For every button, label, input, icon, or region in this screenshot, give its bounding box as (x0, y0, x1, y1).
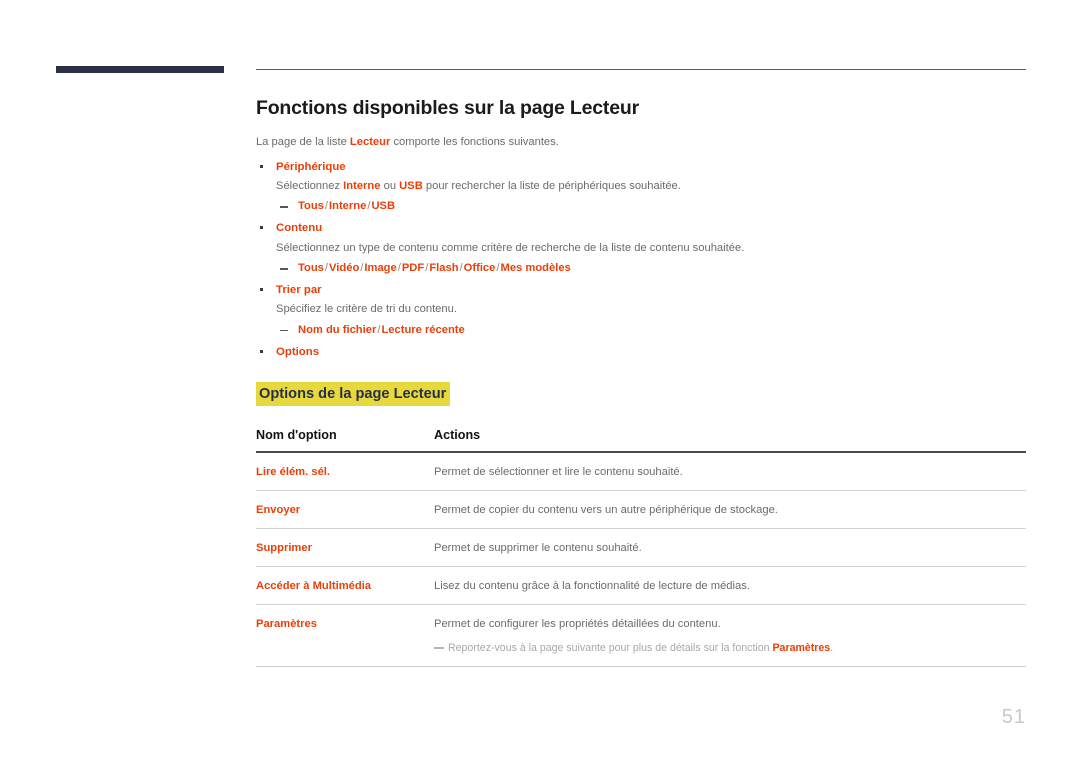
page-title: Fonctions disponibles sur la page Lecteu… (256, 97, 639, 119)
section-heading: Options de la page Lecteur (256, 382, 451, 407)
description-text: pour rechercher la liste de périphérique… (422, 179, 681, 192)
page-content: Fonctions disponibles sur la page Lecteu… (256, 96, 1026, 668)
column-header-option-name: Nom d'option (256, 428, 434, 454)
header-accent-bar (56, 66, 224, 73)
feature-bullet-item: Trier par Spécifiez le critère de tri du … (256, 282, 1026, 339)
table-cell-option-name: Accéder à Multimédia (256, 566, 434, 605)
feature-option-list: Tous/Interne/USB (276, 198, 1026, 215)
table-cell-action: Lisez du contenu grâce à la fonctionnali… (434, 566, 1026, 605)
note-highlight-term: Paramètres (772, 642, 831, 655)
feature-option-item: Tous/Interne/USB (276, 198, 1026, 215)
table-row: Envoyer Permet de copier du contenu vers … (256, 490, 1026, 530)
description-text: Spécifiez le critère de tri du contenu. (276, 303, 457, 316)
document-page: Fonctions disponibles sur la page Lecteu… (0, 0, 1080, 763)
option-value: Flash (429, 261, 459, 274)
table-cell-action: Permet de configurer les propriétés déta… (434, 604, 1026, 668)
option-value: Interne (329, 200, 367, 213)
description-term: Interne (343, 179, 381, 192)
intro-paragraph: La page de la liste Lecteur comporte les… (256, 134, 1026, 150)
option-value: Lecture récente (381, 323, 465, 336)
action-description: Permet de copier du contenu vers un autr… (434, 504, 778, 517)
option-value: Vidéo (329, 261, 360, 274)
table-cell-action: Permet de supprimer le contenu souhaité. (434, 528, 1026, 567)
feature-bullet-description: Spécifiez le critère de tri du contenu. (276, 301, 1026, 318)
description-text: ou (380, 179, 400, 192)
option-name-label: Lire élém. sél. (256, 466, 331, 479)
feature-bullet-item: Périphérique Sélectionnez Interne ou USB … (256, 159, 1026, 216)
table-cell-option-name: Supprimer (256, 528, 434, 567)
description-text: Sélectionnez un type de contenu comme cr… (276, 241, 745, 254)
option-name-label: Envoyer (256, 504, 301, 517)
feature-option-item: Nom du fichier/Lecture récente (276, 322, 1026, 339)
option-name-label: Paramètres (256, 617, 317, 630)
table-cell-option-name: Envoyer (256, 490, 434, 530)
intro-highlight-term: Lecteur (349, 136, 391, 149)
feature-option-list: Tous/Vidéo/Image/PDF/Flash/Office/Mes mo… (276, 260, 1026, 277)
feature-bullet-title: Trier par (276, 284, 322, 297)
note-text-after: . (830, 642, 834, 655)
option-name-label: Accéder à Multimédia (256, 579, 372, 592)
action-description: Permet de configurer les propriétés déta… (434, 617, 721, 630)
feature-bullet-description: Sélectionnez un type de contenu comme cr… (276, 240, 1026, 257)
feature-bullet-item: Contenu Sélectionnez un type de contenu c… (256, 220, 1026, 277)
table-body: Lire élém. sél. Permet de sélectionner et… (256, 452, 1026, 668)
action-description: Lisez du contenu grâce à la fonctionnali… (434, 579, 750, 592)
feature-bullet-title: Périphérique (276, 160, 346, 173)
table-cell-option-name: Lire élém. sél. (256, 452, 434, 492)
feature-bullet-title: Contenu (276, 222, 323, 235)
header-rule (256, 69, 1026, 70)
page-number: 51 (1001, 706, 1026, 728)
row-note: Reportez-vous à la page suivante pour pl… (434, 641, 1026, 657)
table-row: Paramètres Permet de configurer les propr… (256, 604, 1026, 668)
option-value: Mes modèles (500, 261, 571, 274)
option-value: PDF (401, 261, 425, 274)
feature-option-list: Nom du fichier/Lecture récente (276, 322, 1026, 339)
table-row: Supprimer Permet de supprimer le contenu … (256, 528, 1026, 567)
option-value: Tous (298, 261, 324, 274)
intro-text-before: La page de la liste (256, 136, 350, 149)
table-cell-action: Permet de copier du contenu vers un autr… (434, 490, 1026, 530)
action-description: Permet de sélectionner et lire le conten… (434, 466, 683, 479)
feature-bullet-title: Options (276, 346, 320, 359)
option-value: Image (364, 261, 397, 274)
note-text-before: Reportez-vous à la page suivante pour pl… (448, 642, 773, 655)
table-cell-action: Permet de sélectionner et lire le conten… (434, 452, 1026, 492)
table-cell-option-name: Paramètres (256, 604, 434, 668)
feature-bullet-list: Périphérique Sélectionnez Interne ou USB … (256, 159, 1026, 362)
feature-bullet-item: Options (256, 344, 1026, 361)
table-header-row: Nom d'option Actions (256, 428, 1026, 454)
table-row: Lire élém. sél. Permet de sélectionner et… (256, 452, 1026, 492)
intro-text-after: comporte les fonctions suivantes. (390, 136, 559, 149)
description-term: USB (399, 179, 423, 192)
description-text: Sélectionnez (276, 179, 344, 192)
option-value: Nom du fichier (298, 323, 377, 336)
action-description: Permet de supprimer le contenu souhaité. (434, 542, 642, 555)
column-header-actions: Actions (434, 428, 1026, 454)
feature-bullet-description: Sélectionnez Interne ou USB pour recherc… (276, 178, 1026, 195)
feature-option-item: Tous/Vidéo/Image/PDF/Flash/Office/Mes mo… (276, 260, 1026, 277)
table-head: Nom d'option Actions (256, 428, 1026, 454)
options-table: Nom d'option Actions Lire élém. sél. Perm… (256, 428, 1026, 668)
section-heading-wrap: Options de la page Lecteur (256, 382, 1026, 407)
table-row: Accéder à Multimédia Lisez du contenu grâ… (256, 566, 1026, 605)
option-value: Office (463, 261, 496, 274)
option-value: Tous (298, 200, 324, 213)
option-value: USB (371, 200, 396, 213)
option-name-label: Supprimer (256, 542, 312, 555)
